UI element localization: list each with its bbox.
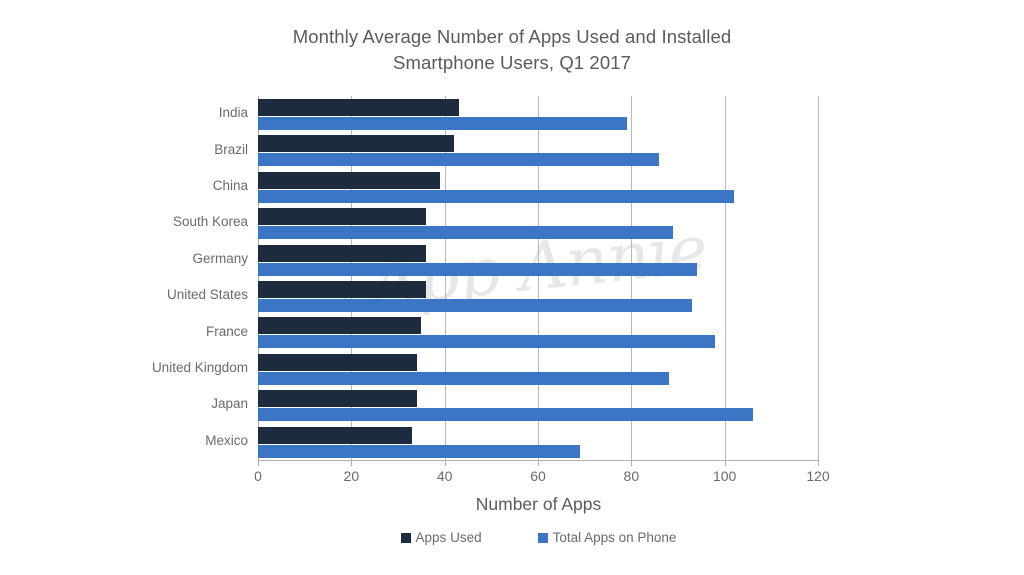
- x-tick-mark: [538, 460, 539, 466]
- bar-total-apps-on-phone: [258, 153, 660, 167]
- category-label-france: France: [205, 323, 248, 339]
- bar-total-apps-on-phone: [258, 299, 692, 312]
- chart-legend: Apps Used Total Apps on Phone: [258, 530, 819, 545]
- bar-total-apps-on-phone: [258, 117, 627, 130]
- bar-total-apps-on-phone: [258, 262, 697, 276]
- x-tick-label: 80: [623, 468, 640, 484]
- x-axis-title: Number of Apps: [475, 494, 602, 514]
- bar-apps-used: [258, 353, 417, 371]
- gridline: [631, 96, 633, 460]
- category-label-united-states: United States: [166, 287, 248, 303]
- bar-total-apps-on-phone: [258, 226, 674, 240]
- legend-label: Total Apps on Phone: [552, 530, 677, 545]
- category-label-south-korea: South Korea: [172, 214, 248, 230]
- legend-item-apps-used[interactable]: Apps Used: [400, 530, 482, 545]
- category-label-brazil: Brazil: [214, 141, 248, 157]
- gridline: [724, 96, 726, 460]
- bar-total-apps-on-phone: [258, 189, 734, 203]
- legend-swatch-icon: [537, 532, 548, 543]
- bar-total-apps-on-phone: [258, 444, 580, 458]
- category-label-japan: Japan: [211, 396, 248, 412]
- bar-apps-used: [258, 390, 417, 408]
- bar-apps-used: [258, 208, 426, 226]
- x-tick-label: 120: [806, 468, 830, 484]
- x-tick-label: 40: [436, 468, 453, 484]
- x-tick-label: 20: [343, 468, 360, 484]
- gridline: [538, 96, 539, 460]
- x-tick-mark: [258, 460, 259, 466]
- bar-apps-used: [258, 99, 459, 116]
- x-tick-mark: [818, 460, 819, 466]
- legend-label: Apps Used: [415, 530, 482, 545]
- bar-total-apps-on-phone: [258, 335, 716, 349]
- category-label-united-kingdom: United Kingdom: [151, 360, 248, 375]
- x-tick-label: 100: [712, 468, 737, 484]
- bar-apps-used: [258, 426, 412, 444]
- bar-apps-used: [258, 135, 454, 153]
- legend-item-total-apps-on-phone[interactable]: Total Apps on Phone: [537, 530, 677, 545]
- category-label-india: India: [218, 105, 248, 121]
- bar-apps-used: [258, 244, 426, 262]
- x-tick-mark: [724, 460, 726, 466]
- bar-total-apps-on-phone: [258, 408, 753, 422]
- bar-chart: Monthly Average Number of Apps Used and …: [0, 0, 1024, 575]
- bar-apps-used: [258, 281, 426, 298]
- gridline: [818, 96, 819, 460]
- x-tick-label: 60: [530, 468, 546, 484]
- bar-total-apps-on-phone: [258, 371, 669, 385]
- chart-title: Monthly Average Number of Apps Used and …: [292, 26, 732, 73]
- legend-swatch-icon: [400, 532, 411, 543]
- category-label-germany: Germany: [192, 250, 248, 266]
- x-tick-mark: [631, 460, 633, 466]
- bar-apps-used: [258, 317, 422, 335]
- x-tick-mark: [444, 460, 446, 466]
- category-label-china: China: [212, 178, 248, 193]
- bar-apps-used: [258, 171, 440, 189]
- plot-area: [258, 96, 819, 466]
- category-label-mexico: Mexico: [205, 432, 248, 448]
- x-tick-mark: [351, 460, 353, 466]
- x-tick-label: 0: [254, 468, 262, 484]
